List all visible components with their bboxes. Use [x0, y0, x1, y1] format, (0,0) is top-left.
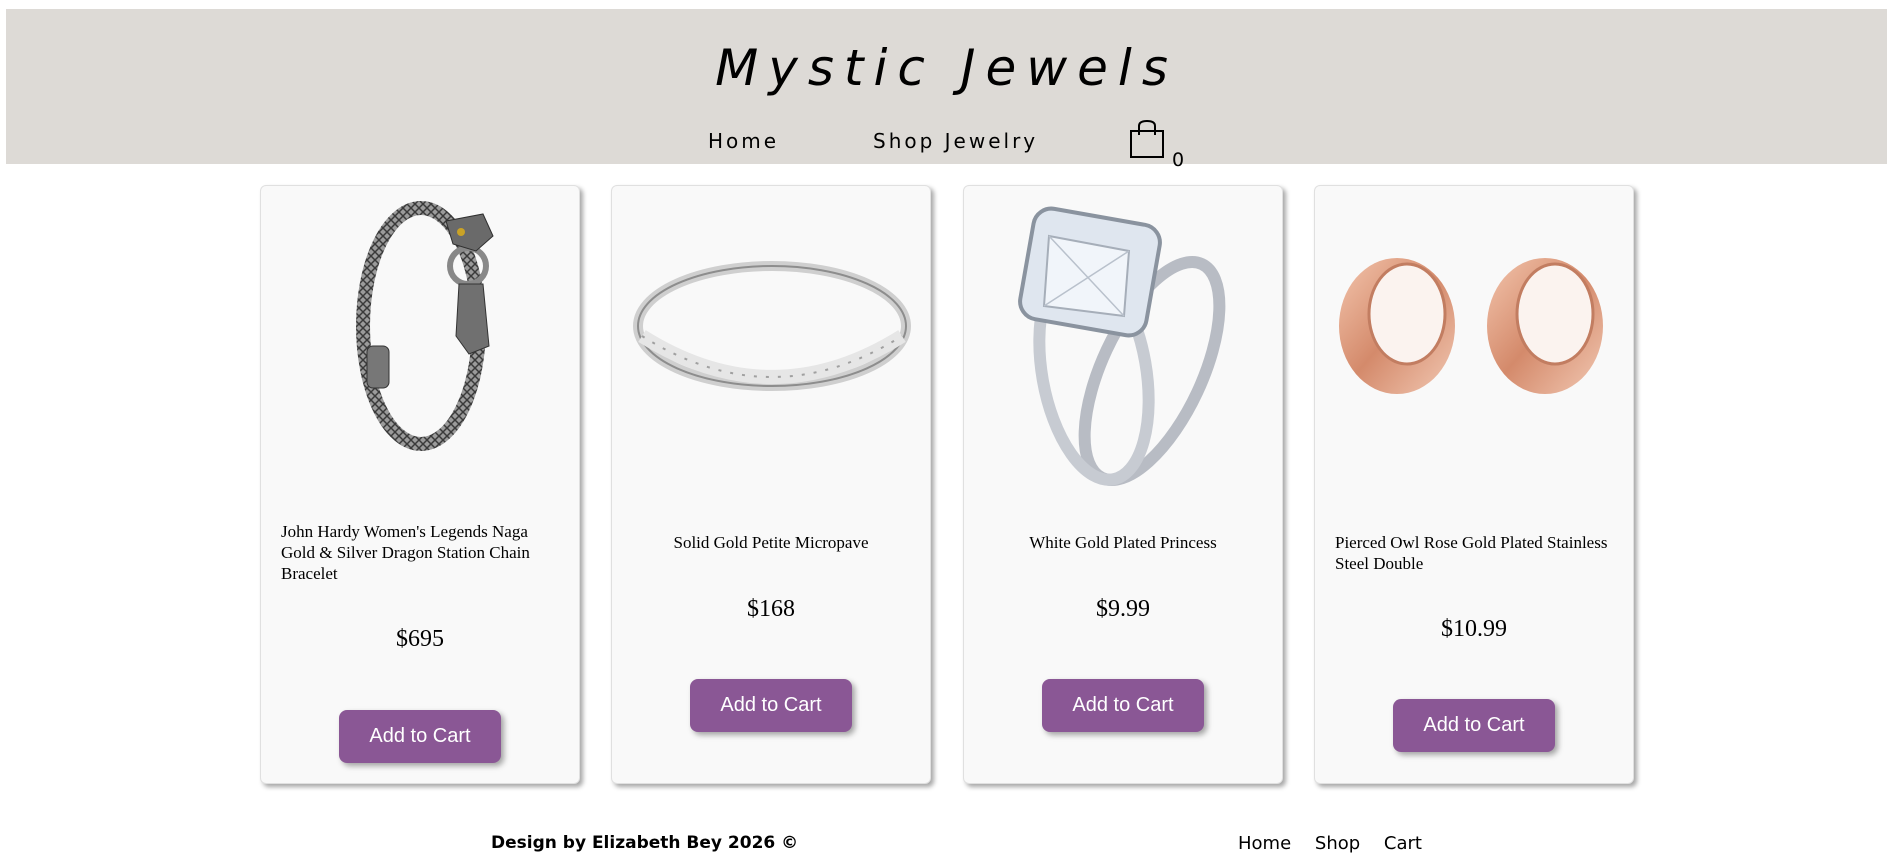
site-header: Mystic Jewels Home Shop Jewelry 0 [6, 9, 1887, 171]
footer-nav: Home Shop Cart [1238, 833, 1440, 854]
product-image-princess-ring [1018, 206, 1226, 487]
footer-home-link[interactable]: Home [1238, 833, 1291, 854]
product-title: Pierced Owl Rose Gold Plated Stainless S… [1335, 533, 1608, 573]
product-price: $10.99 [1441, 616, 1507, 642]
product-title: White Gold Plated Princess [1029, 533, 1217, 552]
add-to-cart-button[interactable]: Add to Cart [1042, 679, 1204, 732]
add-to-cart-button[interactable]: Add to Cart [690, 679, 852, 732]
footer-credit: Design by Elizabeth Bey 2026 © [491, 833, 799, 853]
product-price: $9.99 [1096, 596, 1150, 622]
footer-cart-link[interactable]: Cart [1384, 833, 1422, 854]
product-price: $695 [396, 626, 444, 652]
brand-title: Mystic Jewels [715, 39, 1178, 97]
product-title: John Hardy Women's Legends Naga Gold & S… [281, 522, 530, 583]
product-image-band-ring [633, 261, 911, 391]
add-to-cart-button[interactable]: Add to Cart [1393, 699, 1555, 752]
add-to-cart-button[interactable]: Add to Cart [339, 710, 501, 763]
product-card: White Gold Plated Princess $9.99 Add to … [963, 185, 1283, 784]
nav-home-link[interactable]: Home [708, 129, 779, 153]
product-title: Solid Gold Petite Micropave [673, 533, 869, 552]
cart-count: 0 [1172, 149, 1185, 171]
nav-shop-link[interactable]: Shop Jewelry [873, 129, 1038, 153]
product-price: $168 [747, 596, 795, 622]
product-card: Pierced Owl Rose Gold Plated Stainless S… [1314, 185, 1634, 784]
cart-button[interactable]: 0 [1128, 119, 1198, 171]
product-card: Solid Gold Petite Micropave $168 Add to … [611, 185, 931, 784]
product-image-bracelet [356, 201, 494, 451]
footer-shop-link[interactable]: Shop [1315, 833, 1360, 854]
shopping-bag-icon [1130, 119, 1164, 158]
product-image-rose-gold-plugs [1339, 258, 1603, 394]
product-card: John Hardy Women's Legends Naga Gold & S… [260, 185, 580, 784]
